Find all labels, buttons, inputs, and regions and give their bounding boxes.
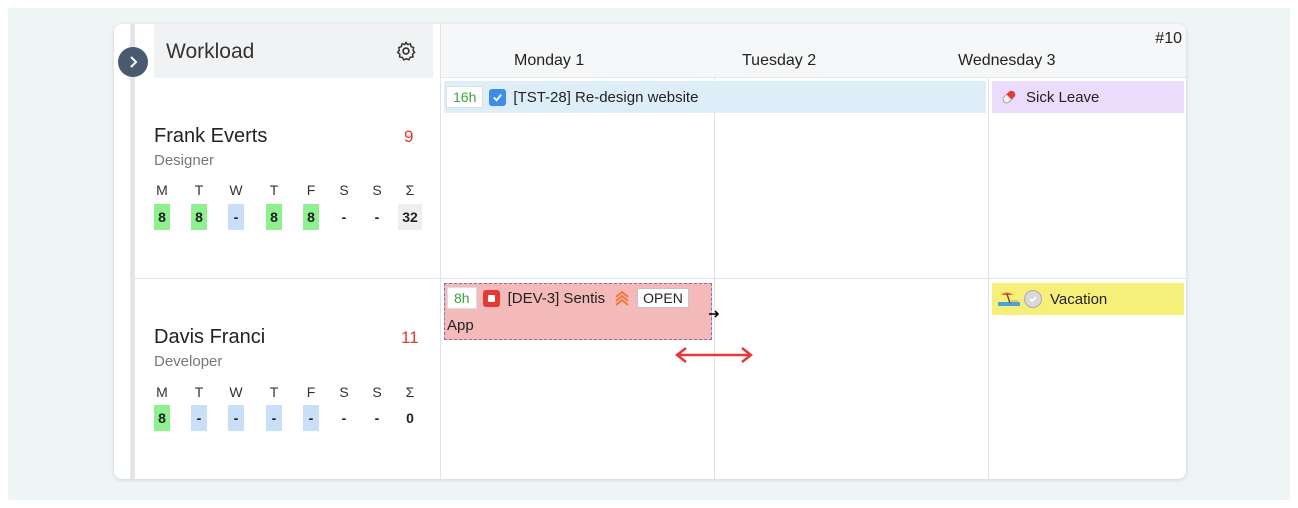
weekday-letter: W — [229, 384, 243, 400]
gear-icon[interactable] — [395, 40, 417, 62]
status-badge: OPEN — [637, 288, 689, 308]
absence-bar-vacation[interactable]: Vacation — [992, 283, 1184, 315]
day-hours: - — [374, 209, 380, 225]
weekday-letter: W — [229, 182, 243, 198]
day-header-monday: Monday 1 — [514, 52, 585, 69]
total-hours: 0 — [406, 410, 414, 426]
checkbox-icon — [489, 88, 507, 106]
weekday-letter: S — [339, 182, 349, 198]
person-name: Frank Everts — [154, 125, 268, 147]
panel-header: Workload — [154, 24, 433, 78]
week-number: #10 — [1155, 30, 1182, 47]
weekday-letter: S — [372, 182, 382, 198]
task-hours: 8h — [447, 287, 477, 309]
task-title-continued: App — [447, 317, 474, 334]
beach-icon — [998, 292, 1020, 306]
weekday-letter: T — [269, 182, 279, 198]
absence-title: Vacation — [1050, 290, 1108, 308]
weekday-letter: T — [269, 384, 279, 400]
pill-icon — [1002, 90, 1016, 104]
weekday-letter: S — [372, 384, 382, 400]
task-count: 11 — [401, 328, 419, 347]
weekday-letter: M — [156, 384, 168, 400]
day-header-tuesday: Tuesday 2 — [742, 52, 817, 69]
weekday-letter: T — [194, 182, 204, 198]
task-title: [TST-28] Re-design website — [513, 88, 699, 106]
task-bar-tst-28[interactable]: 16h [TST-28] Re-design website — [444, 81, 986, 113]
weekday-letter: F — [306, 384, 316, 400]
day-hours: - — [341, 410, 347, 426]
day-hours: - — [374, 410, 380, 426]
page-title: Workload — [166, 40, 255, 63]
day-hours: - — [228, 204, 244, 230]
task-title: [DEV-3] Sentis — [507, 289, 606, 307]
task-hours: 16h — [446, 86, 484, 108]
bug-icon — [482, 289, 500, 307]
total-hours: 32 — [398, 204, 422, 230]
day-hours: - — [341, 209, 347, 225]
person-role: Developer — [154, 353, 223, 370]
double-arrow-icon — [674, 347, 754, 363]
day-hours: 8 — [303, 204, 319, 230]
absence-bar-sick-leave[interactable]: Sick Leave — [992, 81, 1184, 113]
resize-cursor-icon — [709, 310, 720, 318]
day-hours: - — [266, 405, 282, 431]
absence-title: Sick Leave — [1026, 88, 1100, 106]
resize-handle[interactable] — [709, 306, 720, 318]
day-hours: 8 — [266, 204, 282, 230]
calendar-header: Monday 1 Tuesday 2 Wednesday 3 #10 — [440, 24, 1186, 78]
person-name: Davis Franci — [154, 326, 266, 348]
day-hours: - — [191, 405, 207, 431]
expand-toggle-button[interactable] — [118, 47, 148, 77]
workload-card: Workload Monday 1 Tuesday 2 Wednesday 3 … — [114, 24, 1186, 479]
day-hours: - — [228, 405, 244, 431]
weekday-letter: F — [306, 182, 316, 198]
weekday-letter: S — [339, 384, 349, 400]
weekday-letter: T — [194, 384, 204, 400]
chevron-right-icon — [130, 56, 138, 68]
day-header-wednesday: Wednesday 3 — [958, 52, 1056, 69]
day-hours: 8 — [154, 204, 170, 230]
person-role: Designer — [154, 152, 215, 169]
grid-line — [440, 24, 441, 479]
task-count: 9 — [404, 127, 414, 146]
task-bar-dev-3[interactable]: 8h [DEV-3] Sentis OPEN App — [444, 283, 712, 340]
day-hours: - — [303, 405, 319, 431]
weekday-letter: M — [156, 182, 168, 198]
task-bar-line: 8h [DEV-3] Sentis OPEN — [447, 287, 689, 309]
row-divider — [135, 278, 1186, 279]
priority-highest-icon — [615, 290, 629, 306]
weekday-letter: Σ — [405, 384, 415, 400]
left-rail — [130, 24, 135, 479]
day-hours: 8 — [191, 204, 207, 230]
day-hours: 8 — [154, 405, 170, 431]
approved-icon — [1024, 290, 1042, 308]
weekday-letter: Σ — [405, 182, 415, 198]
